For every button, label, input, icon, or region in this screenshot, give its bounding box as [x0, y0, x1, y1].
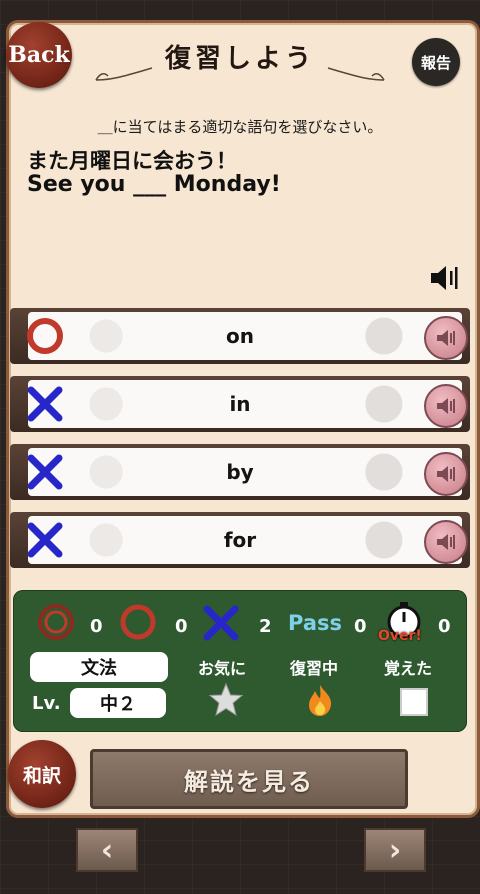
choice-option-3[interactable]: by [10, 444, 470, 500]
choice-label: in [229, 392, 251, 416]
chevron-left-icon: ‹ [100, 832, 114, 868]
level-value: 中２ [70, 688, 166, 718]
choice-option-4[interactable]: for [10, 512, 470, 568]
choice-label: by [226, 460, 254, 484]
review-flame-icon[interactable] [302, 682, 338, 718]
question-english: See you ___ Monday! [27, 172, 281, 197]
instruction-text: ＿に当てはまる適切な語句を選びなさい。 [97, 118, 383, 136]
circle-icon [120, 604, 156, 640]
level-label: Lv. [32, 693, 61, 714]
choice-option-1[interactable]: on [10, 308, 470, 364]
choice-label: on [226, 324, 254, 348]
report-button[interactable]: 報告 [412, 38, 460, 86]
choice-speaker-icon[interactable] [424, 316, 468, 360]
translation-button[interactable]: 和訳 [8, 740, 76, 808]
choice-speaker-icon[interactable] [424, 452, 468, 496]
circle-count: 0 [175, 616, 188, 637]
favorite-label: お気に [198, 659, 247, 678]
pass-count: 0 [354, 616, 367, 637]
double-circle-count: 0 [90, 616, 103, 637]
speaker-icon[interactable] [428, 262, 460, 294]
double-circle-icon [38, 604, 74, 640]
chevron-right-icon: › [388, 832, 402, 868]
pass-label: Pass [288, 611, 342, 635]
learned-label: 覚えた [384, 659, 433, 678]
favorite-star-icon[interactable] [208, 682, 244, 718]
over-count: 0 [438, 616, 451, 637]
category-badge: 文法 [30, 652, 168, 682]
prev-button[interactable]: ‹ [76, 828, 138, 872]
choice-option-2[interactable]: in [10, 376, 470, 432]
ornament-right-icon [327, 67, 385, 81]
choice-label: for [223, 528, 257, 552]
next-button[interactable]: › [364, 828, 426, 872]
review-label: 復習中 [290, 659, 339, 678]
question-japanese: また月曜日に会おう！ [27, 149, 237, 173]
over-label: Over! [378, 628, 422, 644]
page-title: 復習しよう [164, 44, 315, 74]
back-button[interactable]: Back [6, 22, 72, 88]
cross-icon [203, 605, 239, 641]
cross-count: 2 [259, 616, 272, 637]
learned-checkbox[interactable] [400, 688, 428, 716]
explanation-button[interactable]: 解説を見る [90, 749, 408, 809]
choice-speaker-icon[interactable] [424, 384, 468, 428]
choice-speaker-icon[interactable] [424, 520, 468, 564]
